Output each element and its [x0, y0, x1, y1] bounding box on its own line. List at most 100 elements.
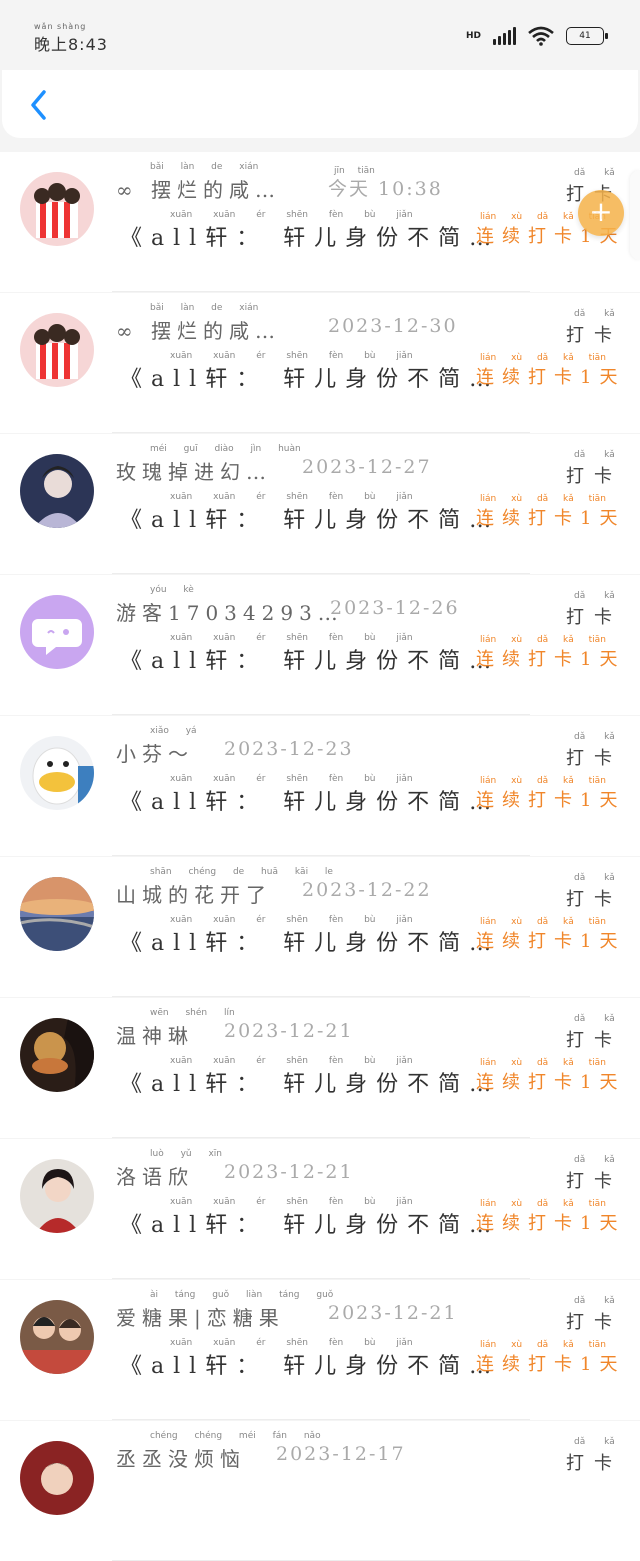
status-icons: HD 41 — [465, 26, 608, 46]
title-ruby: xuān xuān ér shēn fèn bù jiǎn — [170, 210, 413, 220]
list-item[interactable]: yóu kè 游客17034293… 2023-12-26 dǎ kǎ 打卡 xuān x… — [0, 575, 640, 715]
sunset-avatar[interactable] — [20, 877, 94, 951]
girl-avatar[interactable] — [20, 1159, 94, 1233]
list-item[interactable]: chéng chéng méi fán nǎo 丞丞没烦恼 2023-12-17 dǎ… — [0, 1421, 640, 1561]
book-title: 《all轩： 轩儿身份不简… — [120, 931, 501, 956]
checkin-label: 打卡 — [566, 1171, 622, 1192]
checkin-label: 打卡 — [566, 1030, 622, 1051]
network-label: HD — [465, 31, 481, 41]
streak-label: 连续打卡1天 — [476, 1072, 626, 1093]
list-item[interactable]: xiǎo yá 小芬～ 2023-12-23 dǎ kǎ 打卡 xuān xuān ér … — [0, 716, 640, 856]
boy-avatar[interactable] — [20, 1441, 94, 1515]
name-ruby: bǎi làn de xián — [150, 162, 259, 172]
battery-level: 41 — [579, 31, 591, 41]
user-name: 爱糖果|恋糖果 — [116, 1306, 285, 1330]
streak-ruby: lián xù dǎ kǎ tiān — [480, 917, 606, 927]
name-ruby: bǎi làn de xián — [150, 303, 259, 313]
row-divider — [112, 855, 530, 856]
title-ruby: xuān xuān ér shēn fèn bù jiǎn — [170, 633, 413, 643]
side-tab[interactable] — [630, 170, 640, 260]
row-divider — [112, 1137, 530, 1138]
user-name: 小芬～ — [116, 742, 194, 766]
streak-ruby: lián xù dǎ kǎ tiān — [480, 1199, 606, 1209]
checkin-label: 打卡 — [566, 1453, 622, 1474]
checkin-ruby: dǎ kǎ — [574, 1296, 615, 1306]
person-avatar[interactable] — [20, 454, 94, 528]
title-ruby: xuān xuān ér shēn fèn bù jiǎn — [170, 915, 413, 925]
name-ruby: chéng chéng méi fán nǎo — [150, 1431, 321, 1441]
streak-ruby: lián xù dǎ kǎ tiān — [480, 353, 606, 363]
user-name: 游客17034293… — [116, 601, 344, 625]
list-item[interactable]: wēn shén lín 温神琳 2023-12-21 dǎ kǎ 打卡 xuān xuā… — [0, 998, 640, 1138]
checkin-ruby: dǎ kǎ — [574, 873, 615, 883]
streak-ruby: lián xù dǎ kǎ tiān — [480, 494, 606, 504]
header — [2, 70, 638, 138]
user-name: 丞丞没烦恼 — [116, 1447, 246, 1471]
user-name: 温神琳 — [116, 1024, 194, 1048]
post-date: 今天 10:38 — [328, 178, 443, 200]
checkin-label: 打卡 — [566, 889, 622, 910]
book-title: 《all轩： 轩儿身份不简… — [120, 1213, 501, 1238]
user-name: 玫瑰掉进幻… — [116, 460, 272, 484]
post-date: 2023-12-27 — [302, 456, 432, 478]
checkin-ruby: dǎ kǎ — [574, 450, 615, 460]
streak-label: 连续打卡1天 — [476, 1213, 626, 1234]
book-title: 《all轩： 轩儿身份不简… — [120, 649, 501, 674]
add-button[interactable]: + — [578, 190, 624, 236]
list-item[interactable]: ài táng guǒ liàn táng guǒ 爱糖果|恋糖果 2023-12-… — [0, 1280, 640, 1420]
post-date: 2023-12-30 — [328, 315, 458, 337]
book-title: 《all轩： 轩儿身份不简… — [120, 790, 501, 815]
list-item[interactable]: méi guī diào jìn huàn 玫瑰掉进幻… 2023-12-27 dǎ … — [0, 434, 640, 574]
post-date: 2023-12-26 — [330, 597, 460, 619]
row-divider — [112, 1419, 530, 1420]
popcorn-avatar[interactable] — [20, 172, 94, 246]
row-divider — [112, 432, 530, 433]
streak-label: 连续打卡1天 — [476, 931, 626, 952]
wifi-icon — [528, 26, 554, 46]
streak-ruby: lián xù dǎ kǎ tiān — [480, 1340, 606, 1350]
signal-icon — [493, 27, 516, 45]
book-title: 《all轩： 轩儿身份不简… — [120, 367, 501, 392]
row-divider — [112, 1278, 530, 1279]
post-date: 2023-12-17 — [276, 1443, 406, 1465]
checkin-label: 打卡 — [566, 607, 622, 628]
streak-ruby: lián xù dǎ kǎ tiān — [480, 1058, 606, 1068]
streak-label: 连续打卡1天 — [476, 649, 626, 670]
checkin-ruby: dǎ kǎ — [574, 1155, 615, 1165]
post-date: 2023-12-22 — [302, 879, 432, 901]
streak-label: 连续打卡1天 — [476, 790, 626, 811]
streak-label: 连续打卡1天 — [476, 1354, 626, 1375]
couple-avatar[interactable] — [20, 1300, 94, 1374]
title-ruby: xuān xuān ér shēn fèn bù jiǎn — [170, 492, 413, 502]
name-ruby: xiǎo yá — [150, 726, 197, 736]
checkin-label: 打卡 — [566, 466, 622, 487]
title-ruby: xuān xuān ér shēn fèn bù jiǎn — [170, 351, 413, 361]
battery-icon: 41 — [566, 27, 608, 45]
guest-avatar[interactable] — [20, 595, 94, 669]
title-ruby: xuān xuān ér shēn fèn bù jiǎn — [170, 1338, 413, 1348]
checkin-ruby: dǎ kǎ — [574, 1437, 615, 1447]
list-item[interactable]: luò yǔ xīn 洛语欣 2023-12-21 dǎ kǎ 打卡 xuān xuān … — [0, 1139, 640, 1279]
checkin-label: 打卡 — [566, 325, 622, 346]
list-item[interactable]: bǎi làn de xián ∞ 摆烂的咸… jīn tiān 今天 10:38 dǎ… — [0, 152, 640, 292]
row-divider — [112, 291, 530, 292]
user-name: ∞ 摆烂的咸… — [116, 178, 282, 202]
name-ruby: méi guī diào jìn huàn — [150, 444, 301, 454]
title-ruby: xuān xuān ér shēn fèn bù jiǎn — [170, 1056, 413, 1066]
candle-avatar[interactable] — [20, 1018, 94, 1092]
checkin-ruby: dǎ kǎ — [574, 168, 615, 178]
back-button[interactable] — [24, 86, 56, 124]
name-ruby: ài táng guǒ liàn táng guǒ — [150, 1290, 334, 1300]
checkin-ruby: dǎ kǎ — [574, 732, 615, 742]
duck-avatar[interactable] — [20, 736, 94, 810]
list-item[interactable]: bǎi làn de xián ∞ 摆烂的咸… 2023-12-30 dǎ kǎ 打卡 x… — [0, 293, 640, 433]
user-name: ∞ 摆烂的咸… — [116, 319, 282, 343]
streak-label: 连续打卡1天 — [476, 367, 626, 388]
post-date: 2023-12-21 — [224, 1020, 354, 1042]
checkin-ruby: dǎ kǎ — [574, 1014, 615, 1024]
book-title: 《all轩： 轩儿身份不简… — [120, 1072, 501, 1097]
popcorn-avatar[interactable] — [20, 313, 94, 387]
list-item[interactable]: shān chéng de huā kāi le 山城的花开了 2023-12-22… — [0, 857, 640, 997]
row-divider — [112, 573, 530, 574]
name-ruby: shān chéng de huā kāi le — [150, 867, 333, 877]
